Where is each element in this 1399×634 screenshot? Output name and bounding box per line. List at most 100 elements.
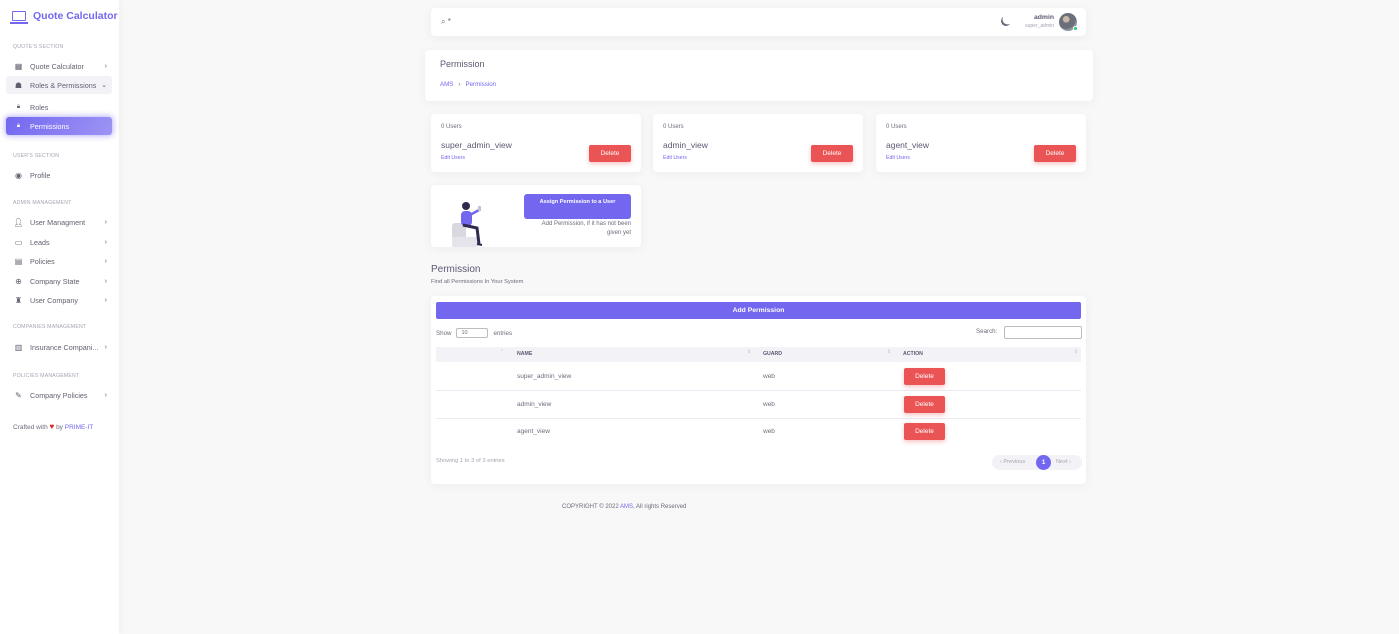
delete-button[interactable]: Delete <box>904 423 945 440</box>
cell-guard: web <box>763 373 775 380</box>
delete-button[interactable]: Delete <box>1034 145 1076 162</box>
assign-description: Add Permission, if it has not been given… <box>541 221 631 236</box>
top-navbar: ⌕ * admin super_admin <box>431 8 1086 36</box>
section-header-policies: POLICIES MANAGEMENT <box>13 373 80 379</box>
pagination-next[interactable]: Next › <box>1056 459 1071 465</box>
sidebar-item-company-state[interactable]: ⊕ Company State › <box>6 272 112 290</box>
permission-card: 0 Users super_admin_view Edit Users Dele… <box>431 114 641 172</box>
table-row: admin_view web Delete <box>436 391 1081 419</box>
entries-select[interactable]: 10 <box>456 328 489 338</box>
sort-icon[interactable]: ⇕ <box>1074 350 1078 355</box>
crafted-link[interactable]: PRIME-IT <box>65 424 94 431</box>
assign-permission-button[interactable]: Assign Permission to a User <box>524 194 631 219</box>
page-header-card: Permission AMS › Permission <box>425 50 1093 101</box>
breadcrumb-separator-icon: › <box>458 81 461 88</box>
pagination-page[interactable]: 1 <box>1036 455 1051 470</box>
table-header: ⌃ NAME ⇕ GUARD ⇕ ACTION ⇕ <box>436 347 1081 362</box>
cell-name: admin_view <box>517 401 552 408</box>
delete-button[interactable]: Delete <box>811 145 853 162</box>
table-row: agent_view web Delete <box>436 418 1081 446</box>
permission-card: 0 Users agent_view Edit Users Delete <box>876 114 1086 172</box>
section-header-admin: ADMIN MANAGEMENT <box>13 200 72 206</box>
sidebar-item-profile[interactable]: ◉ Profile <box>6 166 112 184</box>
chevron-right-icon: › <box>104 296 107 304</box>
sidebar-item-policies[interactable]: ▤ Policies › <box>6 252 112 270</box>
chevron-right-icon: › <box>104 277 107 285</box>
woman-chair-illustration <box>452 202 483 247</box>
user-tie-icon: ♜ <box>14 295 23 305</box>
entries-length-control: Show 10 entries <box>436 328 512 338</box>
search-trigger[interactable]: ⌕ * <box>441 17 451 27</box>
sidebar-item-label: User Company <box>30 295 78 305</box>
permission-name: agent_view <box>886 140 930 150</box>
sidebar-item-company-policies[interactable]: ✎ Company Policies › <box>6 386 112 404</box>
delete-button[interactable]: Delete <box>904 368 945 385</box>
show-label: Show <box>436 329 452 337</box>
delete-button[interactable]: Delete <box>904 396 945 413</box>
entries-label: entries <box>493 329 513 337</box>
cell-name: super_admin_view <box>517 373 572 380</box>
search-text: * <box>447 17 451 26</box>
user-plus-icon: 👤︎ <box>13 217 24 227</box>
sidebar-item-label: User Managment <box>30 217 86 227</box>
sidebar-item-label: Leads <box>30 237 50 247</box>
next-label: Next <box>1056 459 1068 465</box>
breadcrumb-item-permission: Permission <box>465 81 497 88</box>
page-title: Permission <box>440 59 485 69</box>
sidebar-item-label: Policies <box>30 256 55 266</box>
sidebar-item-label: Company State <box>30 276 80 286</box>
edit-icon: ✎ <box>15 390 22 400</box>
sort-icon[interactable]: ⇕ <box>887 350 891 355</box>
breadcrumb: AMS › Permission <box>440 81 496 88</box>
footer-copyright: COPYRIGHT © 2022 <box>562 504 619 510</box>
pagination: ‹ Previous 1 Next › <box>992 455 1082 470</box>
sidebar-item-label: Insurance Compani... <box>30 342 99 352</box>
users-icon: ☗ <box>14 80 23 90</box>
column-header-name[interactable]: NAME <box>517 351 532 357</box>
section-header-users: USER'S SECTION <box>13 153 60 159</box>
breadcrumb-item-ams[interactable]: AMS <box>440 81 453 88</box>
pagination-previous[interactable]: ‹ Previous <box>1000 459 1025 465</box>
eye-icon: ◉ <box>15 170 22 180</box>
table-row: super_admin_view web Delete <box>436 363 1081 391</box>
sidebar-item-roles-permissions[interactable]: ☗ Roles & Permissions ⌄ <box>6 76 112 94</box>
sidebar-item-user-management[interactable]: 👤︎ User Managment › <box>6 213 112 231</box>
chevron-right-icon: › <box>104 238 107 246</box>
globe-icon: ⊕ <box>15 276 22 286</box>
permission-name: admin_view <box>663 140 708 150</box>
sidebar: Quote Calculator QUOTE'S SECTION ▦ Quote… <box>0 0 119 634</box>
sidebar-item-label: Profile <box>30 170 51 180</box>
permission-name: super_admin_view <box>441 140 512 150</box>
column-header-guard[interactable]: GUARD <box>763 351 782 357</box>
add-permission-button[interactable]: Add Permission <box>436 302 1081 319</box>
section-header-quote: QUOTE'S SECTION <box>13 44 64 50</box>
delete-button[interactable]: Delete <box>589 145 631 162</box>
footer-link[interactable]: AMS <box>620 504 633 510</box>
sidebar-item-quote-calculator[interactable]: ▦ Quote Calculator › <box>6 57 112 75</box>
cell-guard: web <box>763 401 775 408</box>
column-header-action[interactable]: ACTION <box>903 351 923 357</box>
edit-users-link[interactable]: Edit Users <box>886 155 910 161</box>
chevron-right-icon: › <box>104 218 107 226</box>
sidebar-item-label: Roles & Permissions <box>30 80 97 90</box>
search-input[interactable] <box>1004 326 1082 339</box>
sidebar-item-label: Company Policies <box>30 390 88 400</box>
cell-name: agent_view <box>517 428 550 435</box>
edit-users-link[interactable]: Edit Users <box>663 155 687 161</box>
sidebar-item-label: Permissions <box>30 121 70 131</box>
sidebar-item-insurance-companies[interactable]: ▥ Insurance Compani... › <box>6 338 112 356</box>
cell-guard: web <box>763 428 775 435</box>
online-status-dot <box>1073 26 1078 31</box>
sidebar-item-leads[interactable]: ▭ Leads › <box>6 233 112 251</box>
chevron-right-icon: › <box>104 343 107 351</box>
sidebar-item-permissions[interactable]: 🔒︎ Permissions <box>6 117 112 135</box>
footer: COPYRIGHT © 2022 AMS, All rights Reserve… <box>562 504 686 510</box>
sidebar-item-user-company[interactable]: ♜ User Company › <box>6 291 112 309</box>
user-name[interactable]: admin <box>1034 14 1054 21</box>
moon-icon[interactable] <box>1000 15 1013 28</box>
sort-icon[interactable]: ⇕ <box>747 350 751 355</box>
sidebar-item-roles[interactable]: 🔒︎ Roles <box>6 99 112 115</box>
brand[interactable]: Quote Calculator <box>10 10 118 24</box>
sort-asc-icon[interactable]: ⌃ <box>500 350 504 355</box>
edit-users-link[interactable]: Edit Users <box>441 155 465 161</box>
